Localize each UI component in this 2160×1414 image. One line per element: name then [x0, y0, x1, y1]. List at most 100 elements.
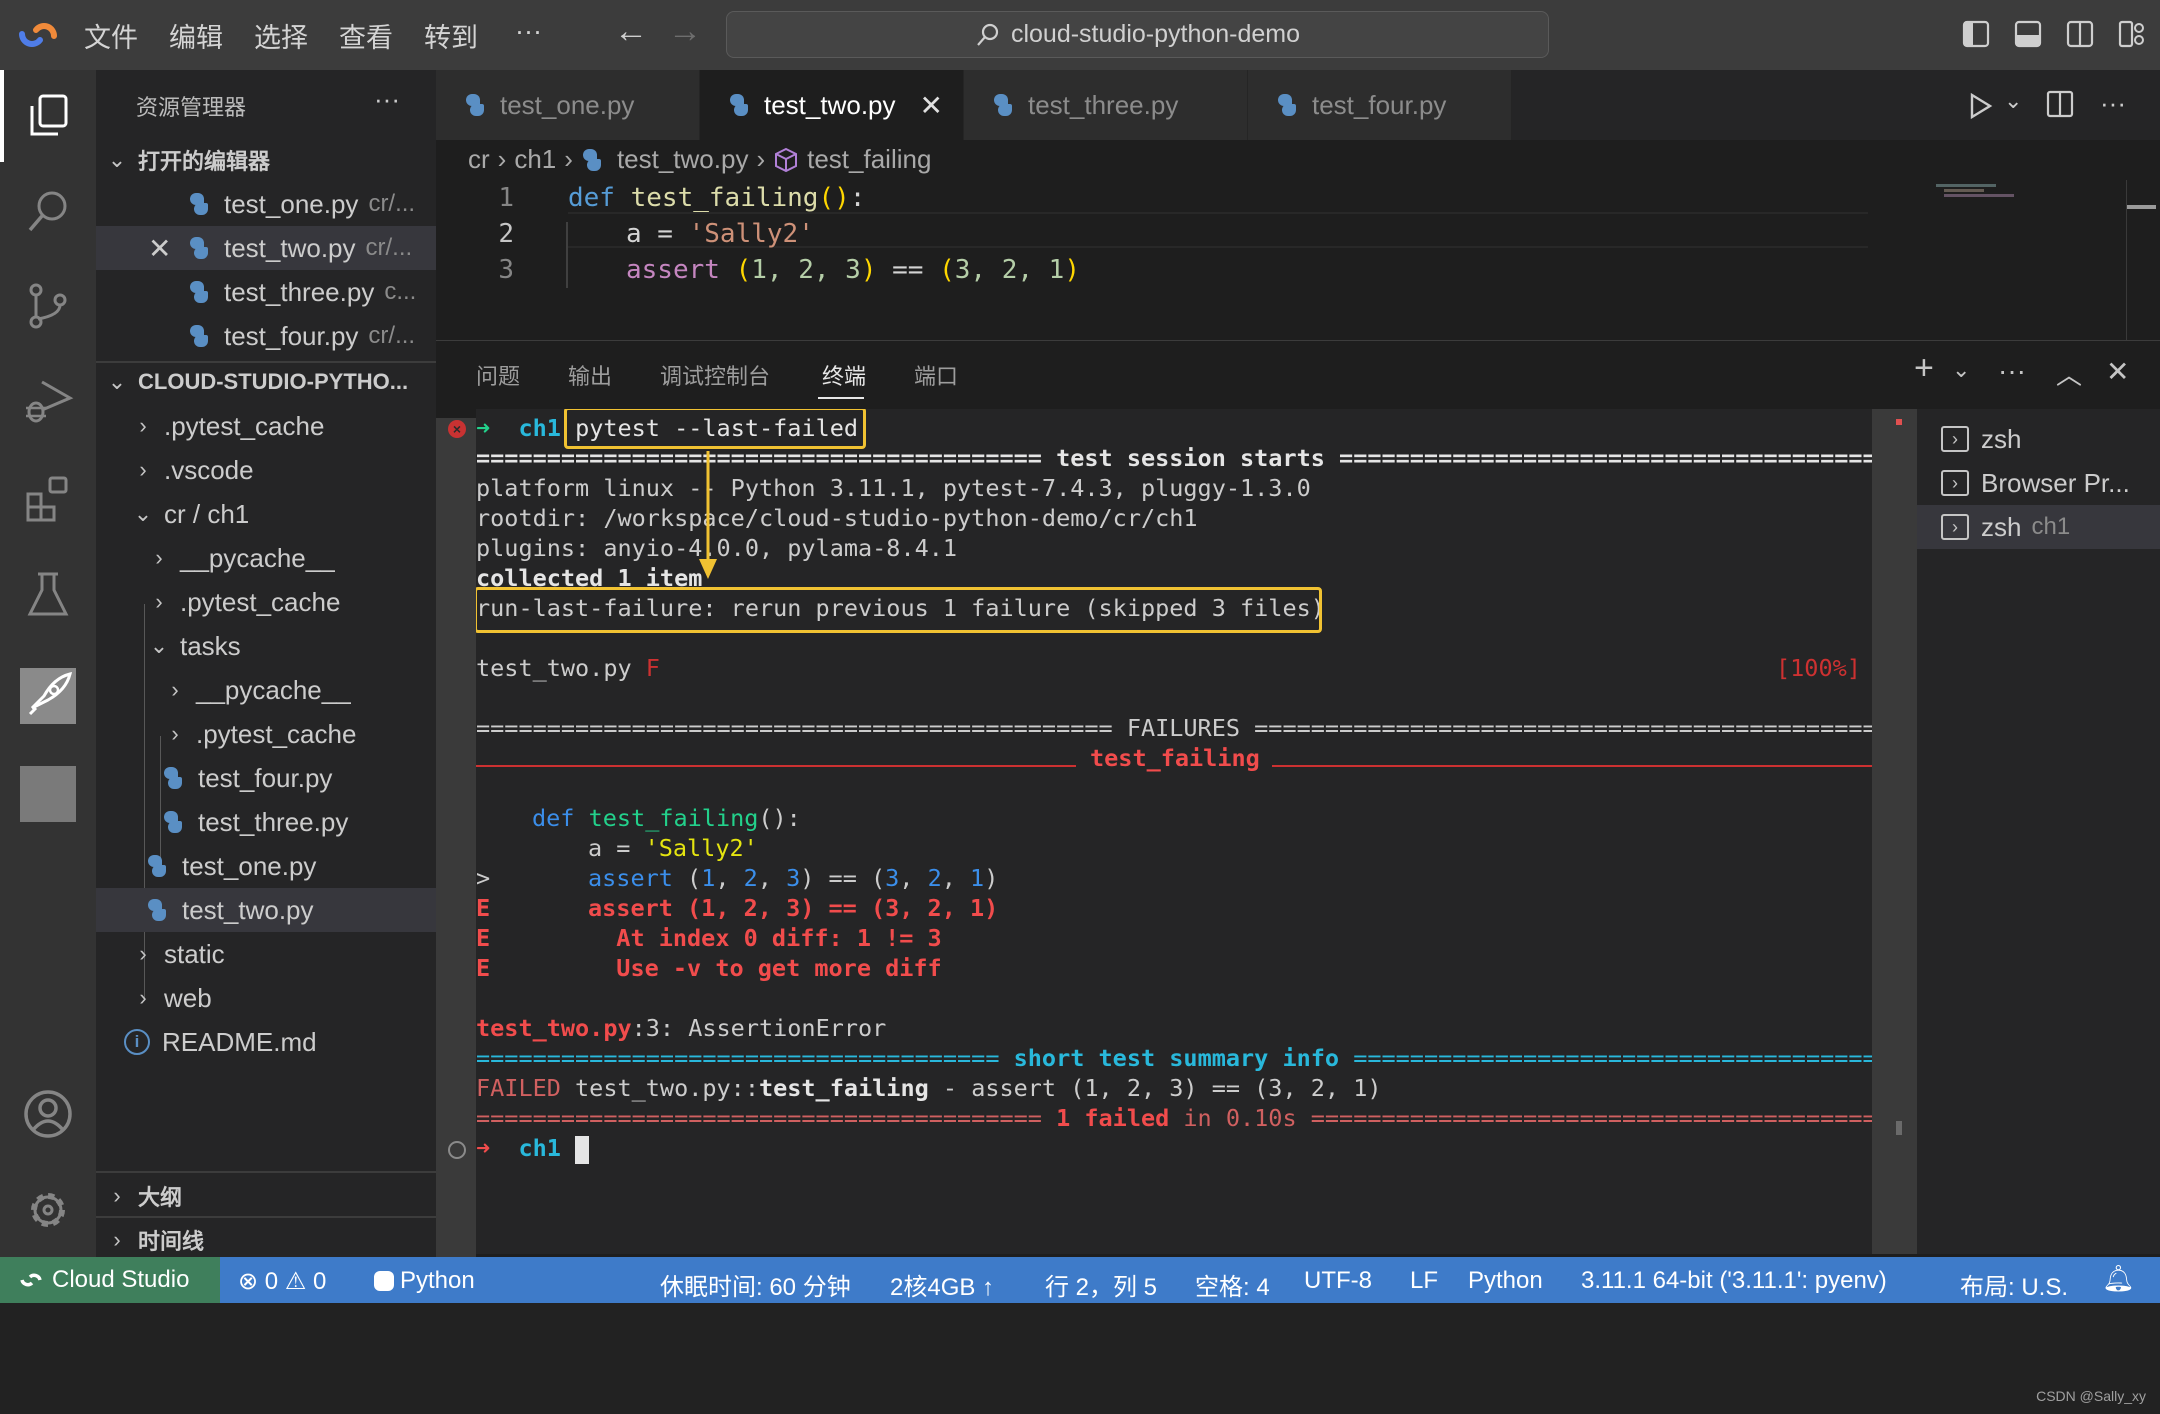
tree-item-folder[interactable]: ⌄ cr / ch1: [96, 492, 436, 536]
minimap[interactable]: [1936, 180, 2026, 200]
run-dropdown-chevron-icon[interactable]: ⌄: [2004, 88, 2022, 114]
tree-item-folder[interactable]: › .pytest_cache: [96, 712, 436, 756]
cursor-position-status[interactable]: 行 2，列 5: [1045, 1267, 1157, 1302]
breadcrumb-item[interactable]: test_failing: [807, 144, 931, 175]
open-editor-item[interactable]: test_one.py cr/...: [96, 182, 436, 226]
tab-test-one[interactable]: test_one.py: [436, 70, 700, 140]
scrollbar-thumb[interactable]: [1896, 1121, 1902, 1135]
menu-go[interactable]: 转到: [424, 16, 478, 55]
panel-tab-debug-console[interactable]: 调试控制台: [660, 359, 770, 391]
account-icon[interactable]: [20, 1086, 76, 1142]
explorer-icon[interactable]: [20, 88, 76, 144]
testing-icon[interactable]: [20, 566, 76, 622]
customize-layout-icon[interactable]: [2118, 20, 2146, 48]
tree-item-file[interactable]: test_three.py: [96, 800, 436, 844]
tree-item-file[interactable]: i README.md: [96, 1020, 436, 1064]
code-editor[interactable]: cr › ch1 › test_two.py › test_failing 1 def…: [436, 140, 2160, 340]
python-file-icon: [188, 281, 210, 303]
eol-status[interactable]: LF: [1410, 1267, 1438, 1295]
close-icon[interactable]: ✕: [920, 89, 943, 122]
workspace-header[interactable]: ⌄ CLOUD-STUDIO-PYTHO...: [96, 360, 436, 404]
toggle-primary-sidebar-icon[interactable]: [1962, 20, 1990, 48]
sidebar-more-button[interactable]: ···: [374, 84, 400, 115]
problems-status[interactable]: ⊗ 0 ⚠ 0: [238, 1267, 326, 1296]
menu-selection[interactable]: 选择: [254, 16, 308, 55]
tree-item-folder[interactable]: › .vscode: [96, 448, 436, 492]
panel-tab-ports[interactable]: 端口: [914, 359, 958, 391]
run-icon[interactable]: [1968, 92, 1994, 120]
language-mode-status[interactable]: Python: [1468, 1267, 1543, 1295]
tree-item-folder[interactable]: › .pytest_cache: [96, 404, 436, 448]
tree-item-folder[interactable]: › __pycache__: [96, 668, 436, 712]
python-file-icon: [728, 94, 750, 116]
tree-item-file[interactable]: test_four.py: [96, 756, 436, 800]
menu-edit[interactable]: 编辑: [169, 16, 223, 55]
indentation-status[interactable]: 空格: 4: [1195, 1267, 1270, 1302]
extensions-icon[interactable]: [20, 470, 76, 526]
resources-status[interactable]: 2核4GB ↑: [890, 1267, 994, 1302]
panel-tab-problems[interactable]: 问题: [476, 359, 520, 391]
terminal-scrollbar[interactable]: [1872, 409, 1916, 1254]
open-editors-header[interactable]: ⌄ 打开的编辑器: [96, 138, 436, 182]
close-panel-icon[interactable]: ✕: [2106, 355, 2129, 388]
encoding-status[interactable]: UTF-8: [1304, 1267, 1372, 1295]
terminal[interactable]: ➜ ch1 pytest --last-failed =============…: [476, 409, 1872, 1254]
remote-indicator[interactable]: Cloud Studio: [0, 1257, 220, 1303]
settings-icon[interactable]: [20, 1182, 76, 1238]
command-pending-icon[interactable]: [448, 1141, 466, 1159]
cloud-deploy-icon[interactable]: [20, 668, 76, 724]
split-editor-icon[interactable]: [2046, 90, 2074, 118]
keyboard-layout-status[interactable]: 布局: U.S.: [1960, 1267, 2068, 1302]
search-icon[interactable]: [20, 184, 76, 240]
tree-item-folder[interactable]: ⌄ tasks: [96, 624, 436, 668]
menu-view[interactable]: 查看: [339, 16, 393, 55]
panel-tab-output[interactable]: 输出: [568, 359, 612, 391]
command-center-search[interactable]: cloud-studio-python-demo: [726, 11, 1549, 58]
editor-more-icon[interactable]: ···: [2100, 88, 2126, 119]
back-arrow-icon[interactable]: ←: [614, 12, 648, 51]
menu-file[interactable]: 文件: [84, 16, 138, 55]
run-debug-icon[interactable]: [20, 374, 76, 430]
overview-ruler[interactable]: [2126, 180, 2127, 340]
python-env-status[interactable]: Python: [374, 1267, 475, 1295]
new-terminal-icon[interactable]: +: [1914, 349, 1934, 388]
tab-test-two[interactable]: test_two.py ✕: [700, 70, 964, 140]
toggle-panel-icon[interactable]: [2014, 20, 2042, 48]
terminal-list-item-active[interactable]: › zsh ch1: [1917, 505, 2160, 549]
tree-item-folder[interactable]: › __pycache__: [96, 536, 436, 580]
forward-arrow-icon[interactable]: →: [668, 12, 702, 51]
sleep-timer-status[interactable]: 休眠时间: 60 分钟: [660, 1267, 851, 1302]
breadcrumb-item[interactable]: test_two.py: [617, 144, 749, 175]
tree-item-folder[interactable]: › .pytest_cache: [96, 580, 436, 624]
chevron-right-icon: ›: [155, 545, 163, 570]
tree-item-folder[interactable]: › web: [96, 976, 436, 1020]
open-editor-item[interactable]: ✕ test_two.py cr/...: [96, 226, 436, 270]
timeline-header[interactable]: › 时间线: [96, 1218, 436, 1262]
source-control-icon[interactable]: [20, 278, 76, 334]
menu-more[interactable]: ···: [515, 16, 542, 47]
panel-tab-terminal[interactable]: 终端: [822, 359, 866, 391]
tree-item-file-selected[interactable]: test_two.py: [96, 888, 436, 932]
interpreter-status[interactable]: 3.11.1 64-bit ('3.11.1': pyenv): [1581, 1267, 1887, 1295]
notifications-bell-icon[interactable]: 🔔︎: [2102, 1263, 2135, 1294]
tab-test-three[interactable]: test_three.py: [964, 70, 1248, 140]
panel-more-icon[interactable]: ···: [1998, 355, 2026, 387]
terminal-list-item[interactable]: › zsh: [1917, 417, 2160, 461]
tree-item-file[interactable]: test_one.py: [96, 844, 436, 888]
chevron-right-icon: ›: [171, 721, 179, 746]
failure-rule-left: [476, 765, 1076, 767]
close-icon[interactable]: ✕: [148, 232, 188, 265]
breadcrumb-item[interactable]: ch1: [514, 144, 556, 175]
tree-item-folder[interactable]: › static: [96, 932, 436, 976]
outline-header[interactable]: › 大纲: [96, 1174, 436, 1218]
open-editor-item[interactable]: test_three.py c...: [96, 270, 436, 314]
tab-test-four[interactable]: test_four.py: [1248, 70, 1512, 140]
terminal-list-item[interactable]: › Browser Pr...: [1917, 461, 2160, 505]
toggle-secondary-sidebar-icon[interactable]: [2066, 20, 2094, 48]
placeholder-icon[interactable]: [20, 766, 76, 822]
open-editor-item[interactable]: test_four.py cr/...: [96, 314, 436, 358]
command-failed-icon[interactable]: ×: [448, 420, 466, 438]
maximize-panel-chevron-up-icon[interactable]: ︿: [2056, 355, 2082, 392]
breadcrumb-item[interactable]: cr: [468, 144, 490, 175]
terminal-dropdown-chevron-icon[interactable]: ⌄: [1952, 357, 1970, 383]
